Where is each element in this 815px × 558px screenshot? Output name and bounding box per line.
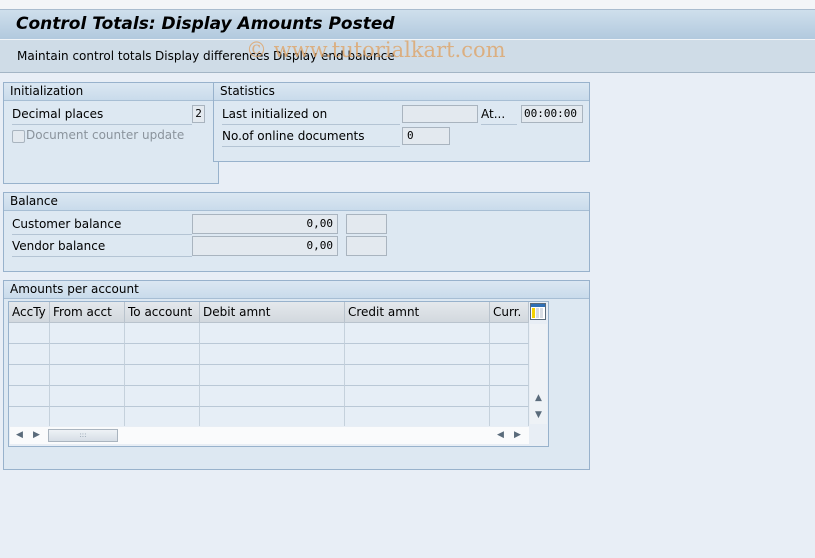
application-toolbar: Maintain control totals Display differen… bbox=[0, 40, 815, 73]
scroll-up-icon[interactable]: ▲ bbox=[531, 391, 546, 405]
scrollbar-thumb[interactable]: ::: bbox=[48, 429, 118, 442]
at-label: At... bbox=[481, 105, 517, 125]
display-end-balance-button[interactable]: Display end balance bbox=[273, 49, 395, 63]
cell-accty[interactable] bbox=[9, 323, 50, 344]
customer-currency-field[interactable] bbox=[346, 214, 387, 234]
cell-to-account[interactable] bbox=[125, 323, 200, 344]
scroll-left-end-icon[interactable]: ◀ bbox=[493, 428, 508, 442]
online-documents-label: No.of online documents bbox=[222, 127, 400, 147]
cell-credit-amnt[interactable] bbox=[345, 344, 490, 365]
table-header-row: AccTy From acct To account Debit amnt Cr… bbox=[9, 302, 529, 323]
cell-from-acct[interactable] bbox=[50, 407, 125, 426]
at-time-field[interactable]: 00:00:00 bbox=[521, 105, 583, 123]
document-counter-label: Document counter update bbox=[26, 128, 185, 142]
cell-accty[interactable] bbox=[9, 407, 50, 426]
cell-debit-amnt[interactable] bbox=[200, 365, 345, 386]
balance-header: Balance bbox=[4, 193, 589, 211]
cell-curr[interactable] bbox=[490, 323, 529, 344]
column-settings-icon[interactable] bbox=[530, 303, 546, 320]
page-title: Control Totals: Display Amounts Posted bbox=[16, 14, 395, 34]
cell-to-account[interactable] bbox=[125, 407, 200, 426]
vendor-balance-field[interactable]: 0,00 bbox=[192, 236, 338, 256]
table-row[interactable] bbox=[9, 365, 529, 386]
table-row[interactable] bbox=[9, 344, 529, 365]
vendor-balance-label: Vendor balance bbox=[12, 237, 192, 257]
cell-accty[interactable] bbox=[9, 344, 50, 365]
cell-debit-amnt[interactable] bbox=[200, 386, 345, 407]
decimal-places-field[interactable]: 2 bbox=[192, 105, 205, 123]
statistics-header: Statistics bbox=[214, 83, 589, 101]
initialization-header: Initialization bbox=[4, 83, 218, 101]
table-row[interactable] bbox=[9, 386, 529, 407]
decimal-places-label: Decimal places bbox=[12, 105, 192, 125]
cell-accty[interactable] bbox=[9, 386, 50, 407]
cell-accty[interactable] bbox=[9, 365, 50, 386]
horizontal-scrollbar[interactable]: ◀ ▶ ::: ◀ ▶ bbox=[10, 427, 529, 444]
cell-from-acct[interactable] bbox=[50, 365, 125, 386]
last-initialized-field[interactable] bbox=[402, 105, 478, 123]
display-differences-button[interactable]: Display differences bbox=[155, 49, 270, 63]
column-header-from-acct[interactable]: From acct bbox=[50, 302, 125, 323]
maintain-control-totals-button[interactable]: Maintain control totals bbox=[17, 49, 152, 63]
cell-curr[interactable] bbox=[490, 365, 529, 386]
cell-from-acct[interactable] bbox=[50, 323, 125, 344]
cell-to-account[interactable] bbox=[125, 344, 200, 365]
cell-curr[interactable] bbox=[490, 344, 529, 365]
scroll-right-end-icon[interactable]: ▶ bbox=[510, 428, 525, 442]
cell-credit-amnt[interactable] bbox=[345, 323, 490, 344]
cell-debit-amnt[interactable] bbox=[200, 407, 345, 426]
cell-to-account[interactable] bbox=[125, 386, 200, 407]
cell-to-account[interactable] bbox=[125, 365, 200, 386]
last-initialized-label: Last initialized on bbox=[222, 105, 400, 125]
cell-debit-amnt[interactable] bbox=[200, 344, 345, 365]
cell-credit-amnt[interactable] bbox=[345, 365, 490, 386]
cell-credit-amnt[interactable] bbox=[345, 407, 490, 426]
cell-curr[interactable] bbox=[490, 386, 529, 407]
amounts-header: Amounts per account bbox=[4, 281, 589, 299]
column-header-credit-amnt[interactable]: Credit amnt bbox=[345, 302, 490, 323]
scroll-right-icon[interactable]: ▶ bbox=[29, 428, 44, 442]
cell-from-acct[interactable] bbox=[50, 386, 125, 407]
customer-balance-field[interactable]: 0,00 bbox=[192, 214, 338, 234]
table-row[interactable] bbox=[9, 323, 529, 344]
column-header-accty[interactable]: AccTy bbox=[9, 302, 50, 323]
column-header-curr[interactable]: Curr. bbox=[490, 302, 529, 323]
scroll-down-icon[interactable]: ▼ bbox=[531, 408, 546, 422]
document-counter-checkbox[interactable] bbox=[12, 130, 25, 143]
cell-credit-amnt[interactable] bbox=[345, 386, 490, 407]
customer-balance-label: Customer balance bbox=[12, 215, 192, 235]
title-bar: Control Totals: Display Amounts Posted bbox=[0, 9, 815, 40]
scroll-left-icon[interactable]: ◀ bbox=[12, 428, 27, 442]
column-header-debit-amnt[interactable]: Debit amnt bbox=[200, 302, 345, 323]
column-header-to-account[interactable]: To account bbox=[125, 302, 200, 323]
cell-from-acct[interactable] bbox=[50, 344, 125, 365]
amounts-table: AccTy From acct To account Debit amnt Cr… bbox=[8, 301, 549, 447]
table-row[interactable] bbox=[9, 407, 529, 426]
cell-debit-amnt[interactable] bbox=[200, 323, 345, 344]
vertical-scrollbar[interactable]: ▲ ▼ bbox=[530, 324, 547, 424]
vendor-currency-field[interactable] bbox=[346, 236, 387, 256]
cell-curr[interactable] bbox=[490, 407, 529, 426]
online-documents-field[interactable]: 0 bbox=[402, 127, 450, 145]
